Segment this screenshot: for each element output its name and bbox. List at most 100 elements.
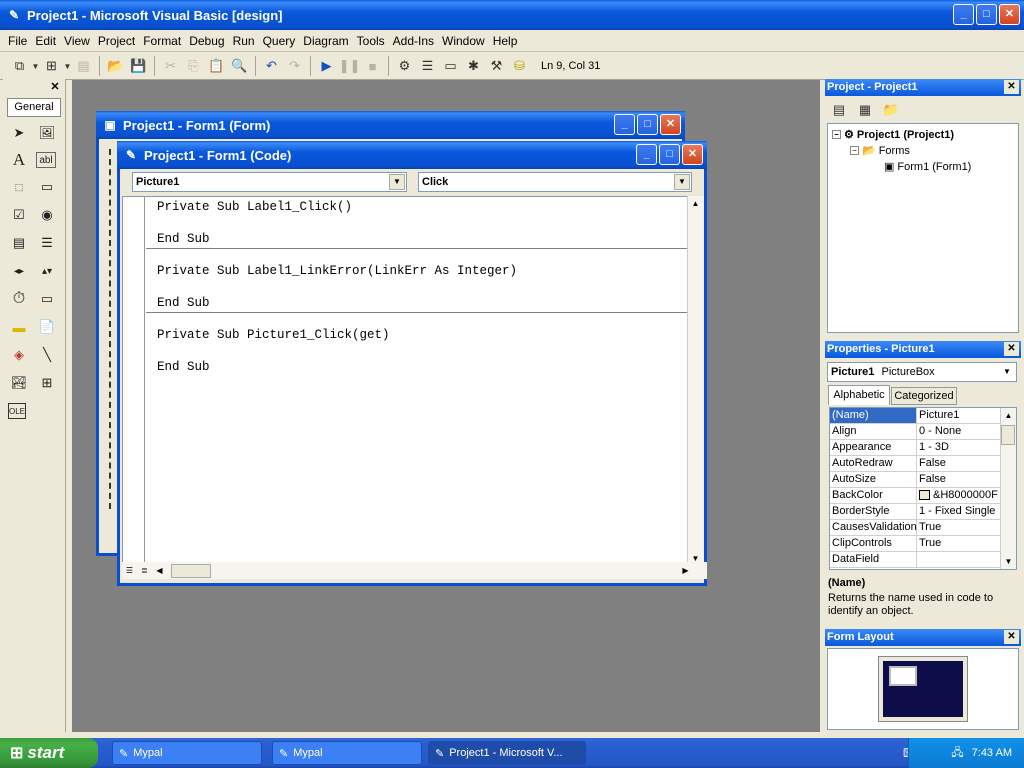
object-browser-icon[interactable]: ✱ [462,55,485,77]
code-line[interactable]: End Sub [157,232,210,246]
menu-debug[interactable]: Debug [185,34,228,48]
code-line[interactable]: Private Sub Label1_LinkError(LinkErr As … [157,264,517,278]
shape-tool-icon[interactable]: ◈ [8,344,30,366]
property-row[interactable]: DataField [830,552,1000,568]
stop-icon[interactable]: ■ [361,55,384,77]
project-explorer-icon[interactable]: ⚙ [393,55,416,77]
timer-tool-icon[interactable]: ⏱ [8,288,30,310]
close-icon[interactable]: ✕ [1004,80,1019,94]
scroll-left-icon[interactable]: ◀ [152,563,167,578]
redo-icon[interactable]: ↷ [283,55,306,77]
property-row[interactable]: AutoRedraw False [830,456,1000,472]
open-folder-icon[interactable]: 📂 [104,55,127,77]
collapse-icon[interactable]: − [850,146,859,155]
find-icon[interactable]: 🔍 [228,55,251,77]
line-tool-icon[interactable]: ╲ [36,344,58,366]
tree-item-project[interactable]: − ⚙ Project1 (Project1) [832,128,954,141]
maximize-button[interactable]: □ [976,4,997,25]
data-view-icon[interactable]: ⛁ [508,55,531,77]
tab-categorized[interactable]: Categorized [891,387,957,405]
code-line[interactable]: End Sub [157,360,210,374]
view-code-icon[interactable]: ▤ [829,101,849,119]
maximize-button[interactable]: □ [659,144,680,165]
code-window-title-bar[interactable]: ✎ Project1 - Form1 (Code) _ □ ✕ [117,141,707,169]
code-window[interactable]: ✎ Project1 - Form1 (Code) _ □ ✕ Picture1… [117,141,707,586]
chevron-down-icon[interactable]: ▼ [31,55,40,77]
procedure-combo[interactable]: Click ▼ [418,172,692,192]
chevron-down-icon[interactable]: ▼ [999,364,1015,380]
property-row[interactable]: ClipControls True [830,536,1000,552]
vertical-scrollbar[interactable]: ▲ ▼ [687,196,704,566]
taskbar-button-vb[interactable]: ✎ Project1 - Microsoft V... [428,741,586,765]
close-button[interactable]: ✕ [682,144,703,165]
project-panel-title[interactable]: Project - Project1 ✕ [825,79,1021,96]
ole-tool-icon[interactable]: OLE [8,403,26,419]
menu-file[interactable]: File [4,34,31,48]
chevron-down-icon[interactable]: ▼ [674,174,690,190]
form-layout-icon[interactable]: ▭ [439,55,462,77]
tab-alphabetic[interactable]: Alphabetic [828,385,890,405]
taskbar-button-mypal[interactable]: ✎ Mypal [112,741,262,765]
label-tool-icon[interactable]: A [8,149,30,171]
add-project-icon[interactable]: ⧉ [8,55,31,77]
textbox-tool-icon[interactable]: abl [36,152,56,168]
minimize-button[interactable]: _ [636,144,657,165]
cut-icon[interactable]: ✂ [159,55,182,77]
pause-icon[interactable]: ❚❚ [338,55,361,77]
view-object-icon[interactable]: ▦ [855,101,875,119]
form-layout-title[interactable]: Form Layout ✕ [825,629,1021,646]
menu-project[interactable]: Project [94,34,139,48]
toolbox-icon[interactable]: ⚒ [485,55,508,77]
close-icon[interactable]: ✕ [49,82,61,94]
picturebox-tool-icon[interactable]: 🖼 [36,122,58,144]
full-module-view-icon[interactable]: ≣ [137,563,152,578]
menu-format[interactable]: Format [139,34,185,48]
checkbox-tool-icon[interactable]: ☑ [8,204,30,226]
margin-indicator-bar[interactable] [123,197,145,565]
save-icon[interactable]: 💾 [127,55,150,77]
toggle-folders-icon[interactable]: 📁 [881,101,901,119]
menu-view[interactable]: View [60,34,94,48]
filelistbox-tool-icon[interactable]: 📄 [36,316,58,338]
chevron-down-icon[interactable]: ▼ [389,174,405,190]
undo-icon[interactable]: ↶ [260,55,283,77]
property-row[interactable]: CausesValidation True [830,520,1000,536]
form-position-marker[interactable] [889,666,917,686]
vscrollbar-tool-icon[interactable]: ▴▾ [36,260,58,282]
properties-panel-title[interactable]: Properties - Picture1 ✕ [825,341,1021,358]
tree-item-form1[interactable]: ▣ Form1 (Form1) [884,160,971,174]
code-line[interactable]: Private Sub Picture1_Click(get) [157,328,390,342]
chevron-down-icon[interactable]: ▼ [63,55,72,77]
properties-window-icon[interactable]: ☰ [416,55,439,77]
data-tool-icon[interactable]: ⊞ [36,372,58,394]
scrollbar-thumb[interactable] [171,563,211,578]
horizontal-scrollbar[interactable]: ☰ ≣ ◀ ▶ [122,562,707,579]
tree-item-forms[interactable]: − 📂 Forms [850,144,910,157]
menu-editor-icon[interactable]: ▤ [72,55,95,77]
maximize-button[interactable]: □ [637,114,658,135]
clock[interactable]: 7:43 AM [972,747,1012,759]
taskbar-button-mypal[interactable]: ✎ Mypal [272,741,422,765]
run-icon[interactable]: ▶ [315,55,338,77]
close-button[interactable]: ✕ [660,114,681,135]
property-row[interactable]: Align 0 - None [830,424,1000,440]
frame-tool-icon[interactable]: ⬚ [8,176,30,198]
commandbutton-tool-icon[interactable]: ▭ [36,176,58,198]
dirlistbox-tool-icon[interactable]: ▬ [8,316,30,338]
collapse-icon[interactable]: − [832,130,841,139]
scroll-up-icon[interactable]: ▲ [1001,408,1016,423]
scroll-up-icon[interactable]: ▲ [688,196,703,211]
minimize-button[interactable]: _ [953,4,974,25]
form-window-title-bar[interactable]: ▣ Project1 - Form1 (Form) _ □ ✕ [96,111,685,139]
menu-query[interactable]: Query [259,34,300,48]
object-selector[interactable]: Picture1 PictureBox ▼ [827,362,1017,382]
pointer-tool-icon[interactable]: ➤ [8,122,30,144]
code-editor[interactable]: Private Sub Label1_Click() End Sub Priva… [122,196,690,566]
close-icon[interactable]: ✕ [1004,630,1019,644]
menu-edit[interactable]: Edit [31,34,60,48]
main-title-bar[interactable]: ✎ Project1 - Microsoft Visual Basic [des… [0,0,1024,30]
minimize-button[interactable]: _ [614,114,635,135]
toolbox-tab-general[interactable]: General [7,98,61,117]
close-button[interactable]: ✕ [999,4,1020,25]
optionbutton-tool-icon[interactable]: ◉ [36,204,58,226]
